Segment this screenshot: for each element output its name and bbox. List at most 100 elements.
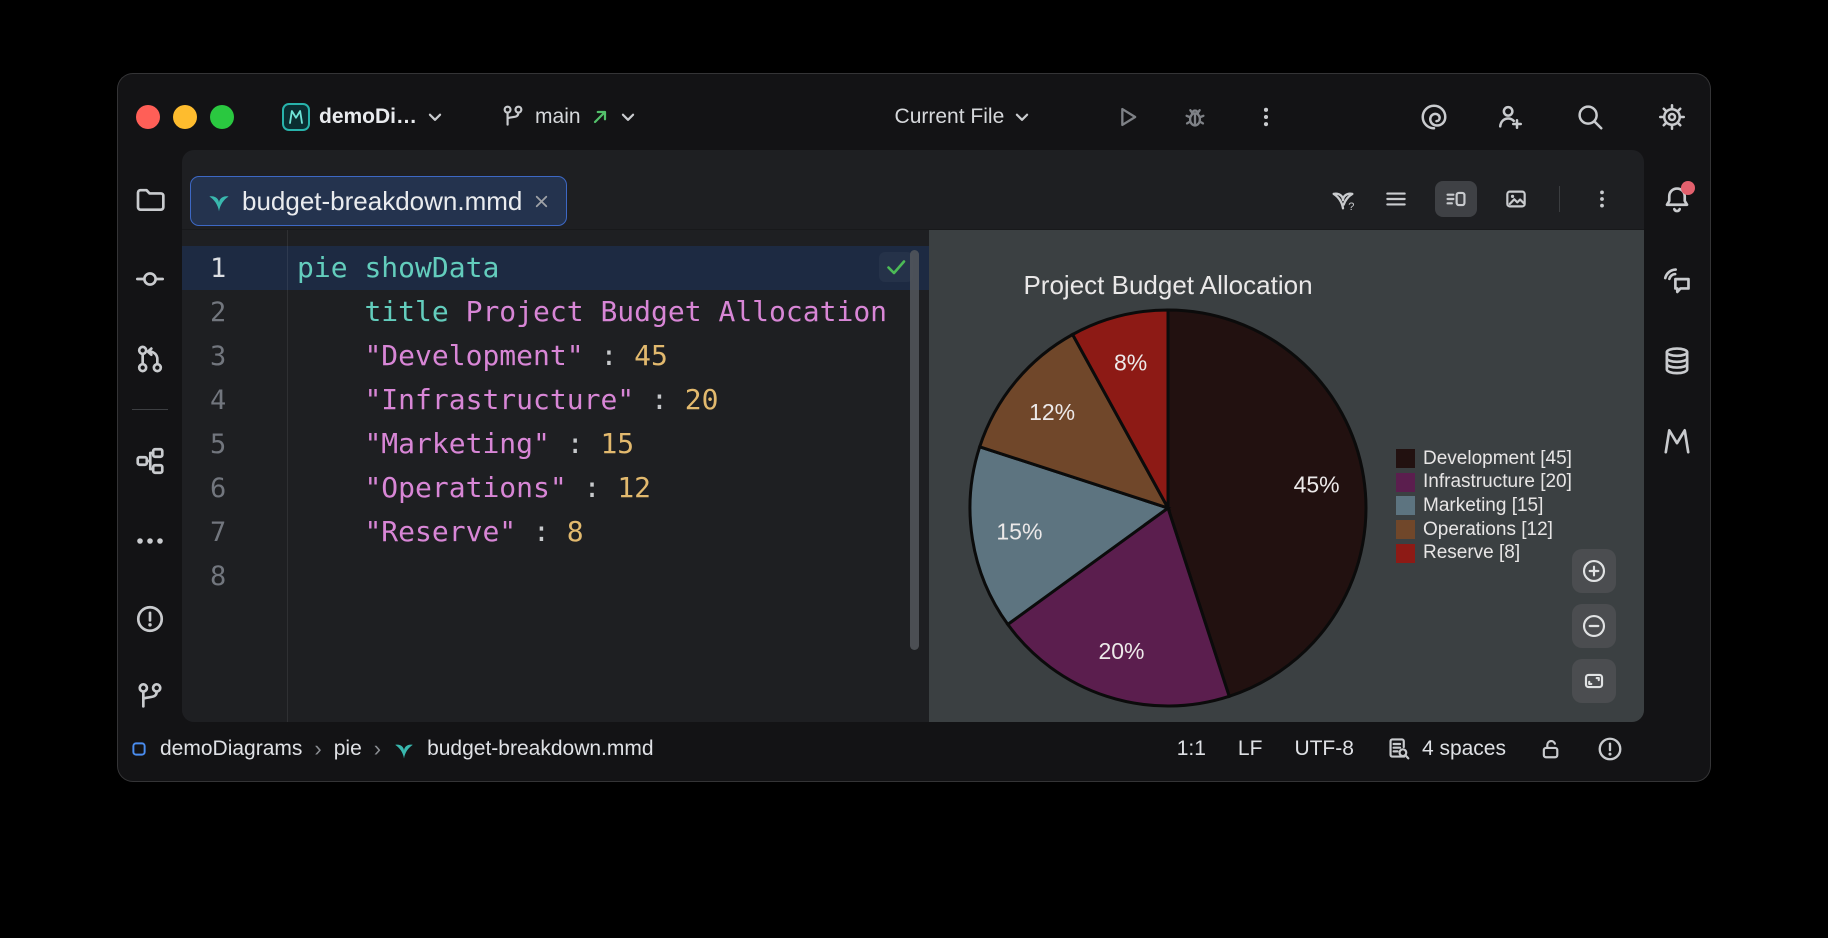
run-button[interactable]: [1113, 103, 1141, 131]
line-number: 5: [182, 429, 287, 460]
zoom-window-button[interactable]: [210, 105, 234, 129]
code-token: [634, 383, 651, 416]
line-number: 7: [182, 517, 287, 548]
toolbar-separator: [1559, 186, 1560, 212]
code-token: [600, 471, 617, 504]
mermaid-file-icon: [393, 738, 415, 760]
legend-label: Infrastructure [20]: [1423, 471, 1572, 493]
code-token: [516, 515, 533, 548]
project-widget[interactable]: demoDi…: [282, 103, 444, 131]
encoding-widget[interactable]: UTF-8: [1294, 737, 1354, 761]
legend-swatch: [1396, 544, 1415, 563]
problems-exclamation-icon[interactable]: [1596, 735, 1624, 763]
code-token: [297, 427, 364, 460]
right-tool-stripe: [1644, 150, 1710, 722]
code-token: [550, 515, 567, 548]
pull-requests-tool-button[interactable]: [128, 337, 172, 381]
structure-tool-button[interactable]: [128, 439, 172, 483]
notifications-button[interactable]: [1655, 177, 1699, 221]
ai-assistant-icon[interactable]: [1419, 102, 1449, 132]
code-token: "Infrastructure": [364, 383, 634, 416]
pie-percent-label: 8%: [1114, 349, 1147, 375]
debug-button[interactable]: [1181, 103, 1209, 131]
code-line: 3 "Development" : 45: [182, 334, 929, 378]
diagram-preview-pane: Project Budget Allocation 45%20%15%12%8%…: [929, 230, 1644, 722]
editor-only-view-icon[interactable]: [1383, 186, 1409, 212]
project-logo-icon: [282, 103, 310, 131]
version-control-tool-button[interactable]: [128, 675, 172, 719]
code-token: [449, 295, 466, 328]
legend-label: Marketing [15]: [1423, 495, 1543, 517]
more-actions-kebab-icon[interactable]: [1253, 104, 1279, 130]
tab-budget-breakdown[interactable]: budget-breakdown.mmd: [190, 176, 567, 226]
line-ending-widget[interactable]: LF: [1238, 737, 1263, 761]
split-view-selected[interactable]: [1435, 181, 1477, 217]
chevron-down-icon: [1013, 108, 1031, 126]
settings-gear-icon[interactable]: [1657, 102, 1687, 132]
code-token: :: [533, 515, 550, 548]
commit-tool-button[interactable]: [128, 257, 172, 301]
code-text: "Operations" : 12: [287, 466, 651, 510]
caret-position-widget[interactable]: 1:1: [1177, 737, 1206, 761]
line-number: 4: [182, 385, 287, 416]
legend-label: Operations [12]: [1423, 519, 1553, 541]
problems-tool-button[interactable]: [128, 597, 172, 641]
code-token: 20: [685, 383, 719, 416]
code-token: [567, 471, 584, 504]
branch-widget[interactable]: main: [500, 104, 637, 130]
line-number: 1: [182, 253, 287, 284]
chevron-down-icon: [426, 108, 444, 126]
tab-close-icon[interactable]: [533, 193, 550, 210]
run-configuration-selector[interactable]: Current File: [895, 105, 1032, 129]
code-lines: 1pie showData2 title Project Budget Allo…: [182, 246, 929, 598]
run-configuration-name: Current File: [895, 105, 1005, 129]
notification-dot: [1681, 181, 1695, 195]
svg-text:?: ?: [1348, 201, 1354, 213]
code-token: [550, 427, 567, 460]
preview-only-view-icon[interactable]: [1503, 186, 1529, 212]
inspections-ok-check-icon[interactable]: [879, 252, 913, 282]
code-token: :: [651, 383, 668, 416]
left-tool-stripe: [118, 150, 182, 722]
more-tools-button[interactable]: [128, 519, 172, 563]
code-with-me-icon[interactable]: [1495, 102, 1525, 132]
code-line: 7 "Reserve" : 8: [182, 510, 929, 554]
search-icon[interactable]: [1575, 102, 1605, 132]
ai-chat-button[interactable]: [1655, 259, 1699, 303]
code-text: title Project Budget Allocation: [287, 290, 887, 334]
pie-percent-label: 45%: [1294, 472, 1340, 498]
indent-widget[interactable]: 4 spaces: [1386, 736, 1506, 762]
breadcrumb-project[interactable]: demoDiagrams: [160, 737, 302, 761]
zoom-out-button[interactable]: [1572, 604, 1616, 648]
legend-item: Development [45]: [1396, 447, 1572, 471]
m-plugin-button[interactable]: [1655, 419, 1699, 463]
legend-item: Operations [12]: [1396, 518, 1572, 542]
project-tool-button[interactable]: [128, 177, 172, 221]
line-number: 6: [182, 473, 287, 504]
fit-content-button[interactable]: [1572, 659, 1616, 703]
legend-item: Infrastructure [20]: [1396, 471, 1572, 495]
mermaid-options-icon[interactable]: ?: [1329, 185, 1357, 213]
workarea: 1pie showData2 title Project Budget Allo…: [182, 230, 1644, 722]
pie-percent-label: 20%: [1098, 638, 1144, 664]
indent-doc-search-icon: [1386, 736, 1412, 762]
pie-chart: 45%20%15%12%8%: [948, 288, 1388, 722]
code-text: "Development" : 45: [287, 334, 668, 378]
minimize-window-button[interactable]: [173, 105, 197, 129]
editor-more-kebab-icon[interactable]: [1590, 187, 1614, 211]
editor-scrollbar-thumb[interactable]: [910, 250, 919, 650]
pie-percent-label: 12%: [1029, 399, 1075, 425]
code-token: [297, 515, 364, 548]
line-number: 8: [182, 561, 287, 592]
unlocked-lock-icon[interactable]: [1538, 736, 1564, 762]
database-button[interactable]: [1655, 339, 1699, 383]
legend-label: Reserve [8]: [1423, 542, 1520, 564]
code-token: Project Budget Allocation: [466, 295, 887, 328]
legend-item: Marketing [15]: [1396, 494, 1572, 518]
code-editor[interactable]: 1pie showData2 title Project Budget Allo…: [182, 230, 929, 722]
breadcrumb-folder[interactable]: pie: [334, 737, 362, 761]
breadcrumb-file[interactable]: budget-breakdown.mmd: [427, 737, 653, 761]
code-token: 12: [617, 471, 651, 504]
zoom-in-button[interactable]: [1572, 549, 1616, 593]
close-window-button[interactable]: [136, 105, 160, 129]
